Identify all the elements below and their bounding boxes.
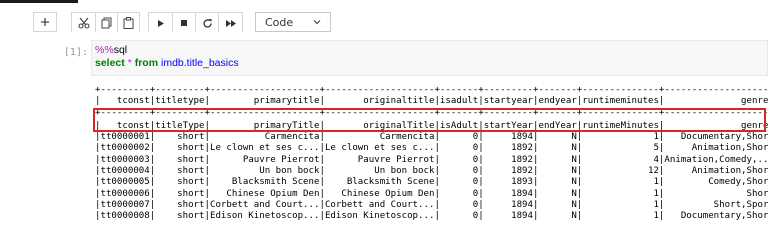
chevron-down-icon [313,20,321,25]
output-line: |tt0000006| short| Chinese Opium Den| Ch… [95,188,768,199]
output-line: +---------+---------+-------------------… [95,85,768,95]
copy-button[interactable] [96,13,117,33]
output-line: | tconst|titletype| primarytitle| origin… [95,96,768,107]
edit-button-group [71,12,140,33]
paste-button[interactable] [118,13,139,33]
cell-type-value: Code [265,15,294,29]
stop-icon [181,20,187,26]
code-editor[interactable]: %%sql select * from imdb.title_basics [95,44,239,70]
code-line-2: select * from imdb.title_basics [95,57,239,70]
restart-kernel-button[interactable] [196,13,218,33]
code-line-1: %%sql [95,44,239,57]
restart-icon [202,18,212,28]
table-name: imdb.title_basics [160,57,239,69]
paste-icon [123,17,134,29]
scissors-icon [77,17,90,29]
star-operator: * [127,57,132,69]
output-line: |tt0000001| short| Carmencita| Carmencit… [95,132,768,143]
output-line: |tt0000007| short|Corbett and Court...|C… [95,199,768,210]
run-cell-button[interactable] [149,13,172,33]
output-line: |tt0000002| short|Le clown et ses c...|L… [95,143,768,154]
highlighted-header-row [93,108,766,132]
copy-icon [101,17,112,29]
fast-forward-icon [225,19,236,27]
output-line: |tt0000008| short|Edison Kinetoscop...|E… [95,211,768,222]
plus-icon [41,18,49,26]
output-line: |tt0000003| short| Pauvre Pierrot| Pauvr… [95,154,768,165]
cell-output: +---------+---------+-------------------… [95,85,768,223]
cut-button[interactable] [72,13,95,33]
cell-prompt: [1]: [63,47,88,58]
keyword-select: select [95,57,125,69]
interrupt-kernel-button[interactable] [173,13,195,33]
window-top-edge [0,0,768,3]
magic-prefix: %% [95,44,114,56]
output-line: |tt0000004| short| Un bon bock| Un bon b… [95,166,768,177]
run-button-group [148,12,243,33]
add-cell-button[interactable] [33,12,57,32]
magic-command: sql [113,44,128,56]
run-all-button[interactable] [219,13,242,33]
play-icon [158,19,164,27]
cell-type-select[interactable]: Code [255,12,331,32]
output-line: |tt0000005| short| Blacksmith Scene| Bla… [95,177,768,188]
keyword-from: from [134,57,159,69]
notebook-toolbar: Code [33,11,331,33]
active-tab-indicator [0,0,78,3]
